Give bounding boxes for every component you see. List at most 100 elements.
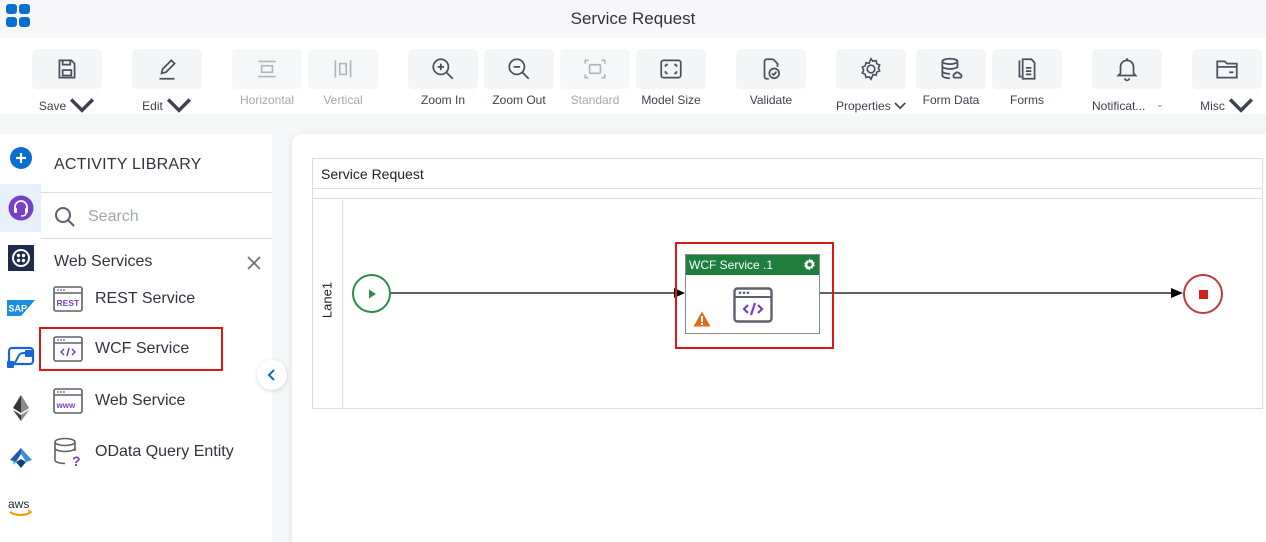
search-input[interactable]: Search <box>88 208 139 226</box>
library-item-wcf-service[interactable]: WCF Service <box>39 327 223 371</box>
form-data-button[interactable]: Form Data <box>916 49 986 107</box>
model-size-button[interactable]: Model Size <box>636 49 706 107</box>
gear-icon[interactable] <box>803 258 816 271</box>
rail-item-aws[interactable]: aws <box>0 484 41 532</box>
zoom-in-button[interactable]: Zoom In <box>408 49 478 107</box>
svg-text:aws: aws <box>8 497 29 511</box>
vertical-label: Vertical <box>323 93 363 107</box>
warning-icon[interactable] <box>693 311 711 327</box>
zoom-in-label: Zoom In <box>420 93 465 107</box>
library-item-label: REST Service <box>95 290 196 307</box>
lane-header[interactable]: Lane1 <box>313 200 343 408</box>
toolbar: Save Edit Horizontal Vertical Zoom In Zo… <box>0 38 1266 114</box>
rail-item-twilio[interactable] <box>0 234 41 282</box>
forms-icon <box>1018 58 1036 80</box>
aws-icon: aws <box>8 497 32 516</box>
vertical-button[interactable]: Vertical <box>308 49 378 107</box>
save-icon <box>58 59 76 79</box>
chevron-down-icon <box>1158 104 1162 108</box>
notifications-label: Notificat... <box>1092 99 1146 113</box>
task-header: WCF Service .1 <box>686 255 819 275</box>
close-icon[interactable] <box>245 254 263 272</box>
chevron-down-icon <box>894 102 906 110</box>
library-item-rest-service[interactable]: REST REST Service <box>53 279 253 319</box>
azure-icon <box>9 448 32 468</box>
twilio-icon <box>7 245 34 271</box>
divider <box>41 192 272 193</box>
library-title: ACTIVITY LIBRARY <box>54 156 202 173</box>
search-icon <box>55 207 75 227</box>
pool-name: Service Request <box>313 159 1262 189</box>
properties-button[interactable]: Properties <box>836 49 906 119</box>
misc-button[interactable]: Misc <box>1192 49 1262 119</box>
rail-item-add[interactable] <box>0 134 41 182</box>
notifications-button[interactable]: Notificat... <box>1092 49 1162 119</box>
wcf-service-icon <box>733 287 773 323</box>
rail-item-azure[interactable] <box>0 434 41 482</box>
wcf-service-task[interactable]: WCF Service .1 <box>685 254 820 334</box>
left-rail: SAP aws <box>0 134 41 542</box>
play-icon <box>368 289 376 298</box>
model-size-icon <box>660 59 682 79</box>
horizontal-icon <box>258 60 276 78</box>
end-event[interactable] <box>1183 274 1223 314</box>
zoom-in-icon <box>432 58 454 80</box>
divider <box>41 238 272 239</box>
svg-text:www: www <box>56 401 76 410</box>
save-button[interactable]: Save <box>32 49 102 119</box>
library-item-label: WCF Service <box>95 340 190 357</box>
horizontal-label: Horizontal <box>239 93 295 107</box>
chevron-left-icon <box>267 369 275 381</box>
collapse-library-button[interactable] <box>257 360 287 390</box>
validate-icon <box>763 58 780 80</box>
library-item-odata-query-entity[interactable]: ? OData Query Entity <box>53 432 253 472</box>
rest-service-icon: REST <box>53 286 83 312</box>
power-automate-icon <box>6 346 34 368</box>
web-service-icon: www <box>53 388 83 414</box>
wcf-service-icon <box>53 336 83 362</box>
zoom-out-button[interactable]: Zoom Out <box>484 49 554 107</box>
library-item-web-service[interactable]: www Web Service <box>53 381 253 421</box>
rail-item-power-automate[interactable] <box>0 334 41 382</box>
edit-icon <box>159 59 176 80</box>
bell-icon <box>1116 58 1138 82</box>
forms-button[interactable]: Forms <box>992 49 1062 107</box>
misc-label: Misc <box>1200 99 1225 113</box>
svg-text:REST: REST <box>57 298 80 308</box>
zoom-out-icon <box>508 58 530 80</box>
library-search[interactable]: Search <box>54 206 139 228</box>
standard-icon <box>584 59 606 79</box>
edit-label: Edit <box>142 99 163 113</box>
activity-library-panel: ACTIVITY LIBRARY Search Web Services RES… <box>39 134 272 542</box>
lane-name: Lane1 <box>319 281 335 319</box>
horizontal-button[interactable]: Horizontal <box>232 49 302 107</box>
category-title: Web Services <box>54 253 153 270</box>
gear-icon <box>861 57 881 81</box>
svg-text:SAP: SAP <box>8 304 27 314</box>
task-title: WCF Service .1 <box>689 258 774 272</box>
library-item-label: Web Service <box>95 392 186 409</box>
rail-item-sap[interactable]: SAP <box>0 284 41 332</box>
standard-label: Standard <box>570 93 620 107</box>
headset-icon <box>8 195 33 221</box>
properties-label: Properties <box>836 99 891 113</box>
form-data-label: Form Data <box>922 93 980 107</box>
chevron-down-icon <box>166 98 191 113</box>
pool-subheader <box>313 189 1262 199</box>
odata-query-icon: ? <box>54 437 81 467</box>
rail-item-ethereum[interactable] <box>0 384 41 432</box>
add-icon <box>9 147 32 169</box>
library-item-label: OData Query Entity <box>95 443 234 460</box>
validate-button[interactable]: Validate <box>736 49 806 107</box>
edit-button[interactable]: Edit <box>132 49 202 119</box>
model-size-label: Model Size <box>641 93 701 107</box>
zoom-out-label: Zoom Out <box>492 93 546 107</box>
stop-icon <box>1198 289 1208 299</box>
chevron-down-icon <box>70 98 95 113</box>
svg-text:?: ? <box>72 453 81 467</box>
sap-icon: SAP <box>6 300 35 316</box>
standard-button[interactable]: Standard <box>560 49 630 107</box>
database-icon <box>941 57 963 80</box>
rail-item-support[interactable] <box>0 184 41 232</box>
start-event[interactable] <box>352 274 391 313</box>
